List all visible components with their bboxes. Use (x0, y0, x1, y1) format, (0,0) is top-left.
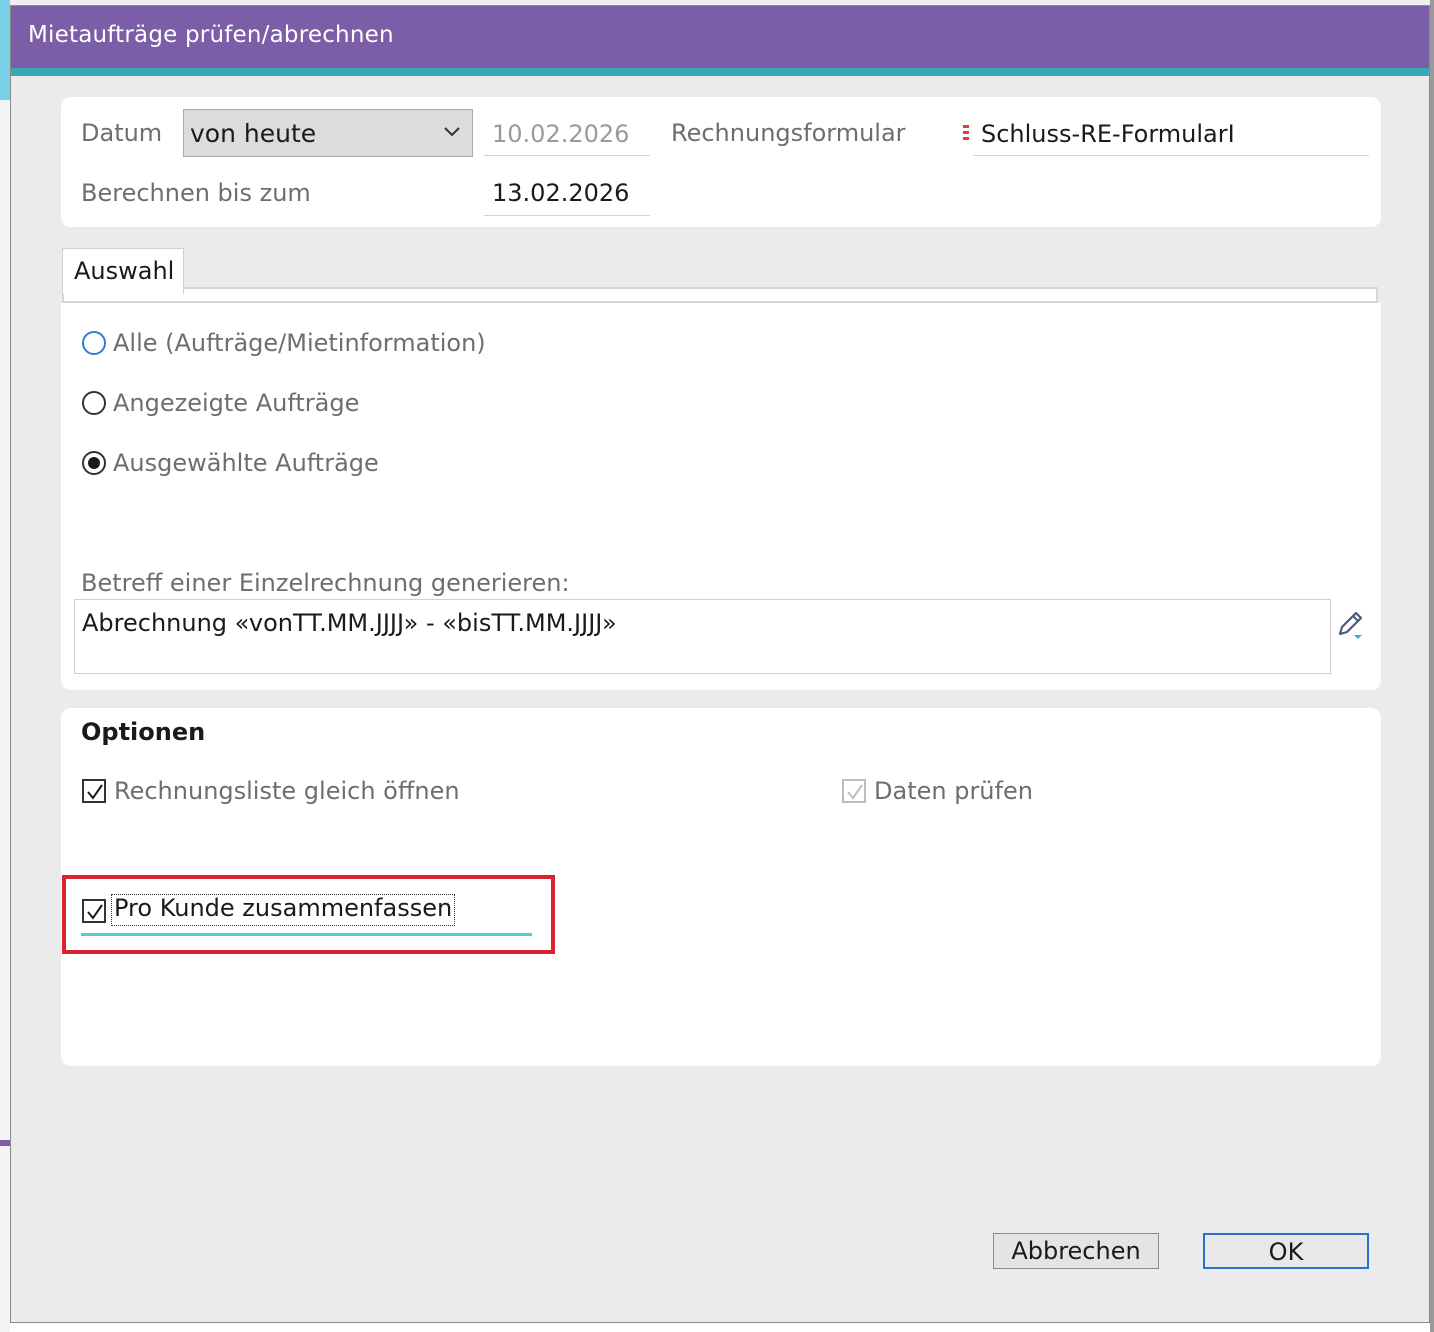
edit-pencil-icon[interactable] (1336, 608, 1368, 642)
checkmark-icon (847, 784, 863, 800)
radio-angezeigte-label[interactable]: Angezeigte Aufträge (113, 389, 359, 417)
checkbox-rechnungsliste-label[interactable]: Rechnungsliste gleich öffnen (114, 777, 460, 805)
berechnen-date-field[interactable]: 13.02.2026 (484, 169, 650, 216)
radio-selected-dot (88, 457, 100, 469)
berechnen-date-value: 13.02.2026 (492, 179, 630, 207)
dialog-title: Mietaufträge prüfen/abrechnen (28, 22, 394, 48)
highlight-annotation-box (62, 875, 555, 954)
datum-combobox[interactable]: von heute (183, 109, 473, 157)
betreff-value: Abrechnung «vonTT.MM.JJJJ» - «bisTT.MM.J… (82, 609, 617, 637)
dialog-window: Mietaufträge prüfen/abrechnen Datum von … (10, 5, 1430, 1323)
dialog-titlebar[interactable]: Mietaufträge prüfen/abrechnen (11, 6, 1429, 68)
rechnungsformular-field[interactable]: Schluss-RE-FormularI (973, 109, 1369, 156)
cancel-button[interactable]: Abbrechen (993, 1233, 1159, 1269)
checkbox-daten-pruefen-label: Daten prüfen (874, 777, 1033, 805)
background-app-right (1430, 0, 1434, 1332)
checkbox-daten-pruefen (842, 779, 866, 803)
radio-ausgewaehlte[interactable] (82, 451, 106, 475)
radio-angezeigte[interactable] (82, 391, 106, 415)
betreff-label: Betreff einer Einzelrechnung generieren: (81, 569, 570, 597)
background-app-purple-bar (0, 1140, 10, 1146)
titlebar-accent (11, 68, 1429, 76)
datum-date-field[interactable]: 10.02.2026 (484, 109, 650, 156)
radio-ausgewaehlte-label[interactable]: Ausgewählte Aufträge (113, 449, 379, 477)
optionen-title: Optionen (81, 718, 206, 746)
tab-auswahl-label: Auswahl (74, 257, 175, 285)
chevron-down-icon (444, 127, 460, 137)
datum-date-value: 10.02.2026 (492, 120, 630, 148)
radio-alle[interactable] (82, 331, 106, 355)
background-app-left (0, 0, 10, 1332)
rechnungsformular-value: Schluss-RE-FormularI (981, 120, 1235, 148)
tab-strip (62, 287, 1378, 303)
datum-label: Datum (81, 119, 163, 147)
ok-button[interactable]: OK (1203, 1233, 1369, 1269)
radio-alle-label[interactable]: Alle (Aufträge/Mietinformation) (113, 329, 486, 357)
tab-auswahl[interactable]: Auswahl (62, 248, 184, 294)
datum-combobox-value: von heute (190, 119, 317, 148)
checkbox-rechnungsliste[interactable] (82, 779, 106, 803)
background-app-accent (0, 0, 10, 100)
rechnungsformular-label: Rechnungsformular (671, 119, 906, 147)
betreff-textarea[interactable]: Abrechnung «vonTT.MM.JJJJ» - «bisTT.MM.J… (74, 599, 1331, 674)
required-marker-icon (963, 125, 969, 143)
berechnen-label: Berechnen bis zum (81, 179, 311, 207)
checkmark-icon (87, 784, 103, 800)
